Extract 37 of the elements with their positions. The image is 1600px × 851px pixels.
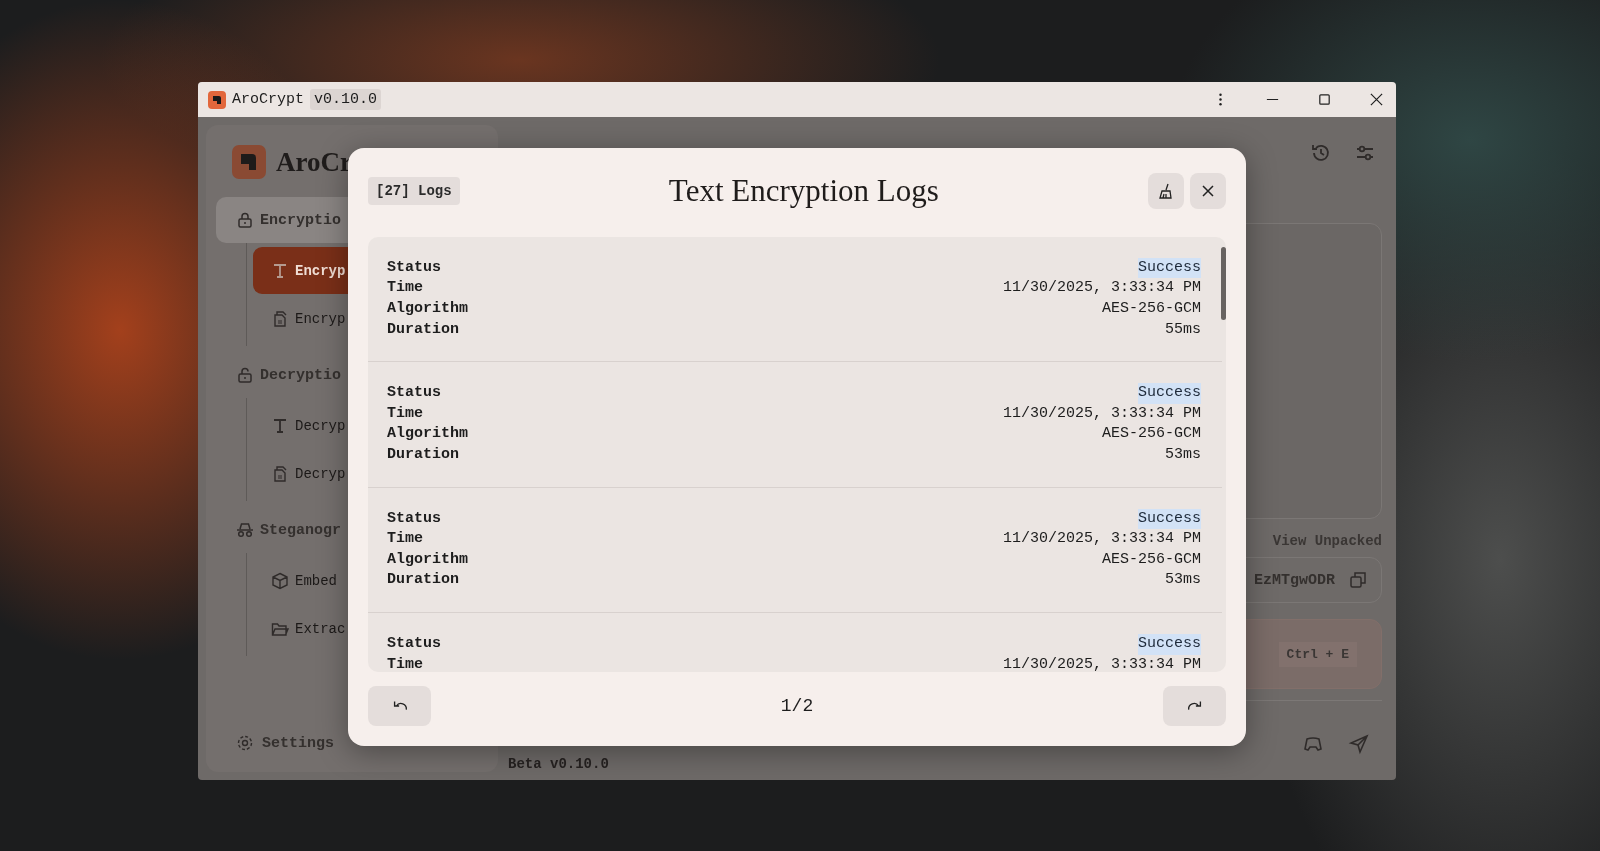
field-value: 11/30/2025, 3:33:34 PM (1002, 278, 1201, 299)
field-label: Duration (387, 445, 459, 465)
version-badge: v0.10.0 (310, 89, 382, 110)
field-label: Time (387, 654, 423, 672)
field-label: Algorithm (387, 424, 468, 445)
field-value: 53ms (1165, 445, 1201, 465)
field-label: Status (387, 508, 441, 529)
field-value: AES-256-GCM (1101, 549, 1201, 570)
dialog-title: Text Encryption Logs (667, 172, 940, 209)
app-name: AroCrypt (232, 91, 304, 108)
footer-version: Beta v0.10.0 (508, 756, 609, 772)
field-value: AES-256-GCM (1101, 299, 1201, 320)
field-value: 11/30/2025, 3:33:34 PM (1002, 529, 1201, 550)
output-text: EzMTgwODR (1254, 571, 1335, 589)
field-label: Time (387, 529, 423, 550)
logs-count-badge: [27] Logs (368, 176, 460, 205)
field-value: 11/30/2025, 3:33:34 PM (1002, 654, 1201, 672)
status-value: Success (1138, 633, 1201, 655)
status-value: Success (1138, 257, 1201, 279)
field-label: Status (387, 257, 441, 278)
status-value: Success (1138, 383, 1201, 404)
field-value: 11/30/2025, 3:33:34 PM (1002, 403, 1201, 424)
field-label: Status (387, 633, 441, 654)
field-value: 53ms (1165, 570, 1201, 591)
status-value: Success (1138, 508, 1201, 530)
shortcut-key: Ctrl + E (1278, 641, 1357, 667)
field-value: AES-256-GCM (1101, 424, 1201, 445)
field-value: 55ms (1165, 319, 1201, 340)
field-label: Duration (387, 570, 459, 591)
page-indicator: 1/2 (780, 696, 814, 716)
brand-name: AroCr (276, 146, 352, 178)
field-label: Time (387, 403, 423, 424)
field-label: Algorithm (387, 299, 468, 320)
field-label: Algorithm (387, 549, 468, 570)
field-label: Duration (387, 319, 459, 340)
field-label: Status (387, 383, 441, 404)
field-label: Time (387, 278, 423, 299)
